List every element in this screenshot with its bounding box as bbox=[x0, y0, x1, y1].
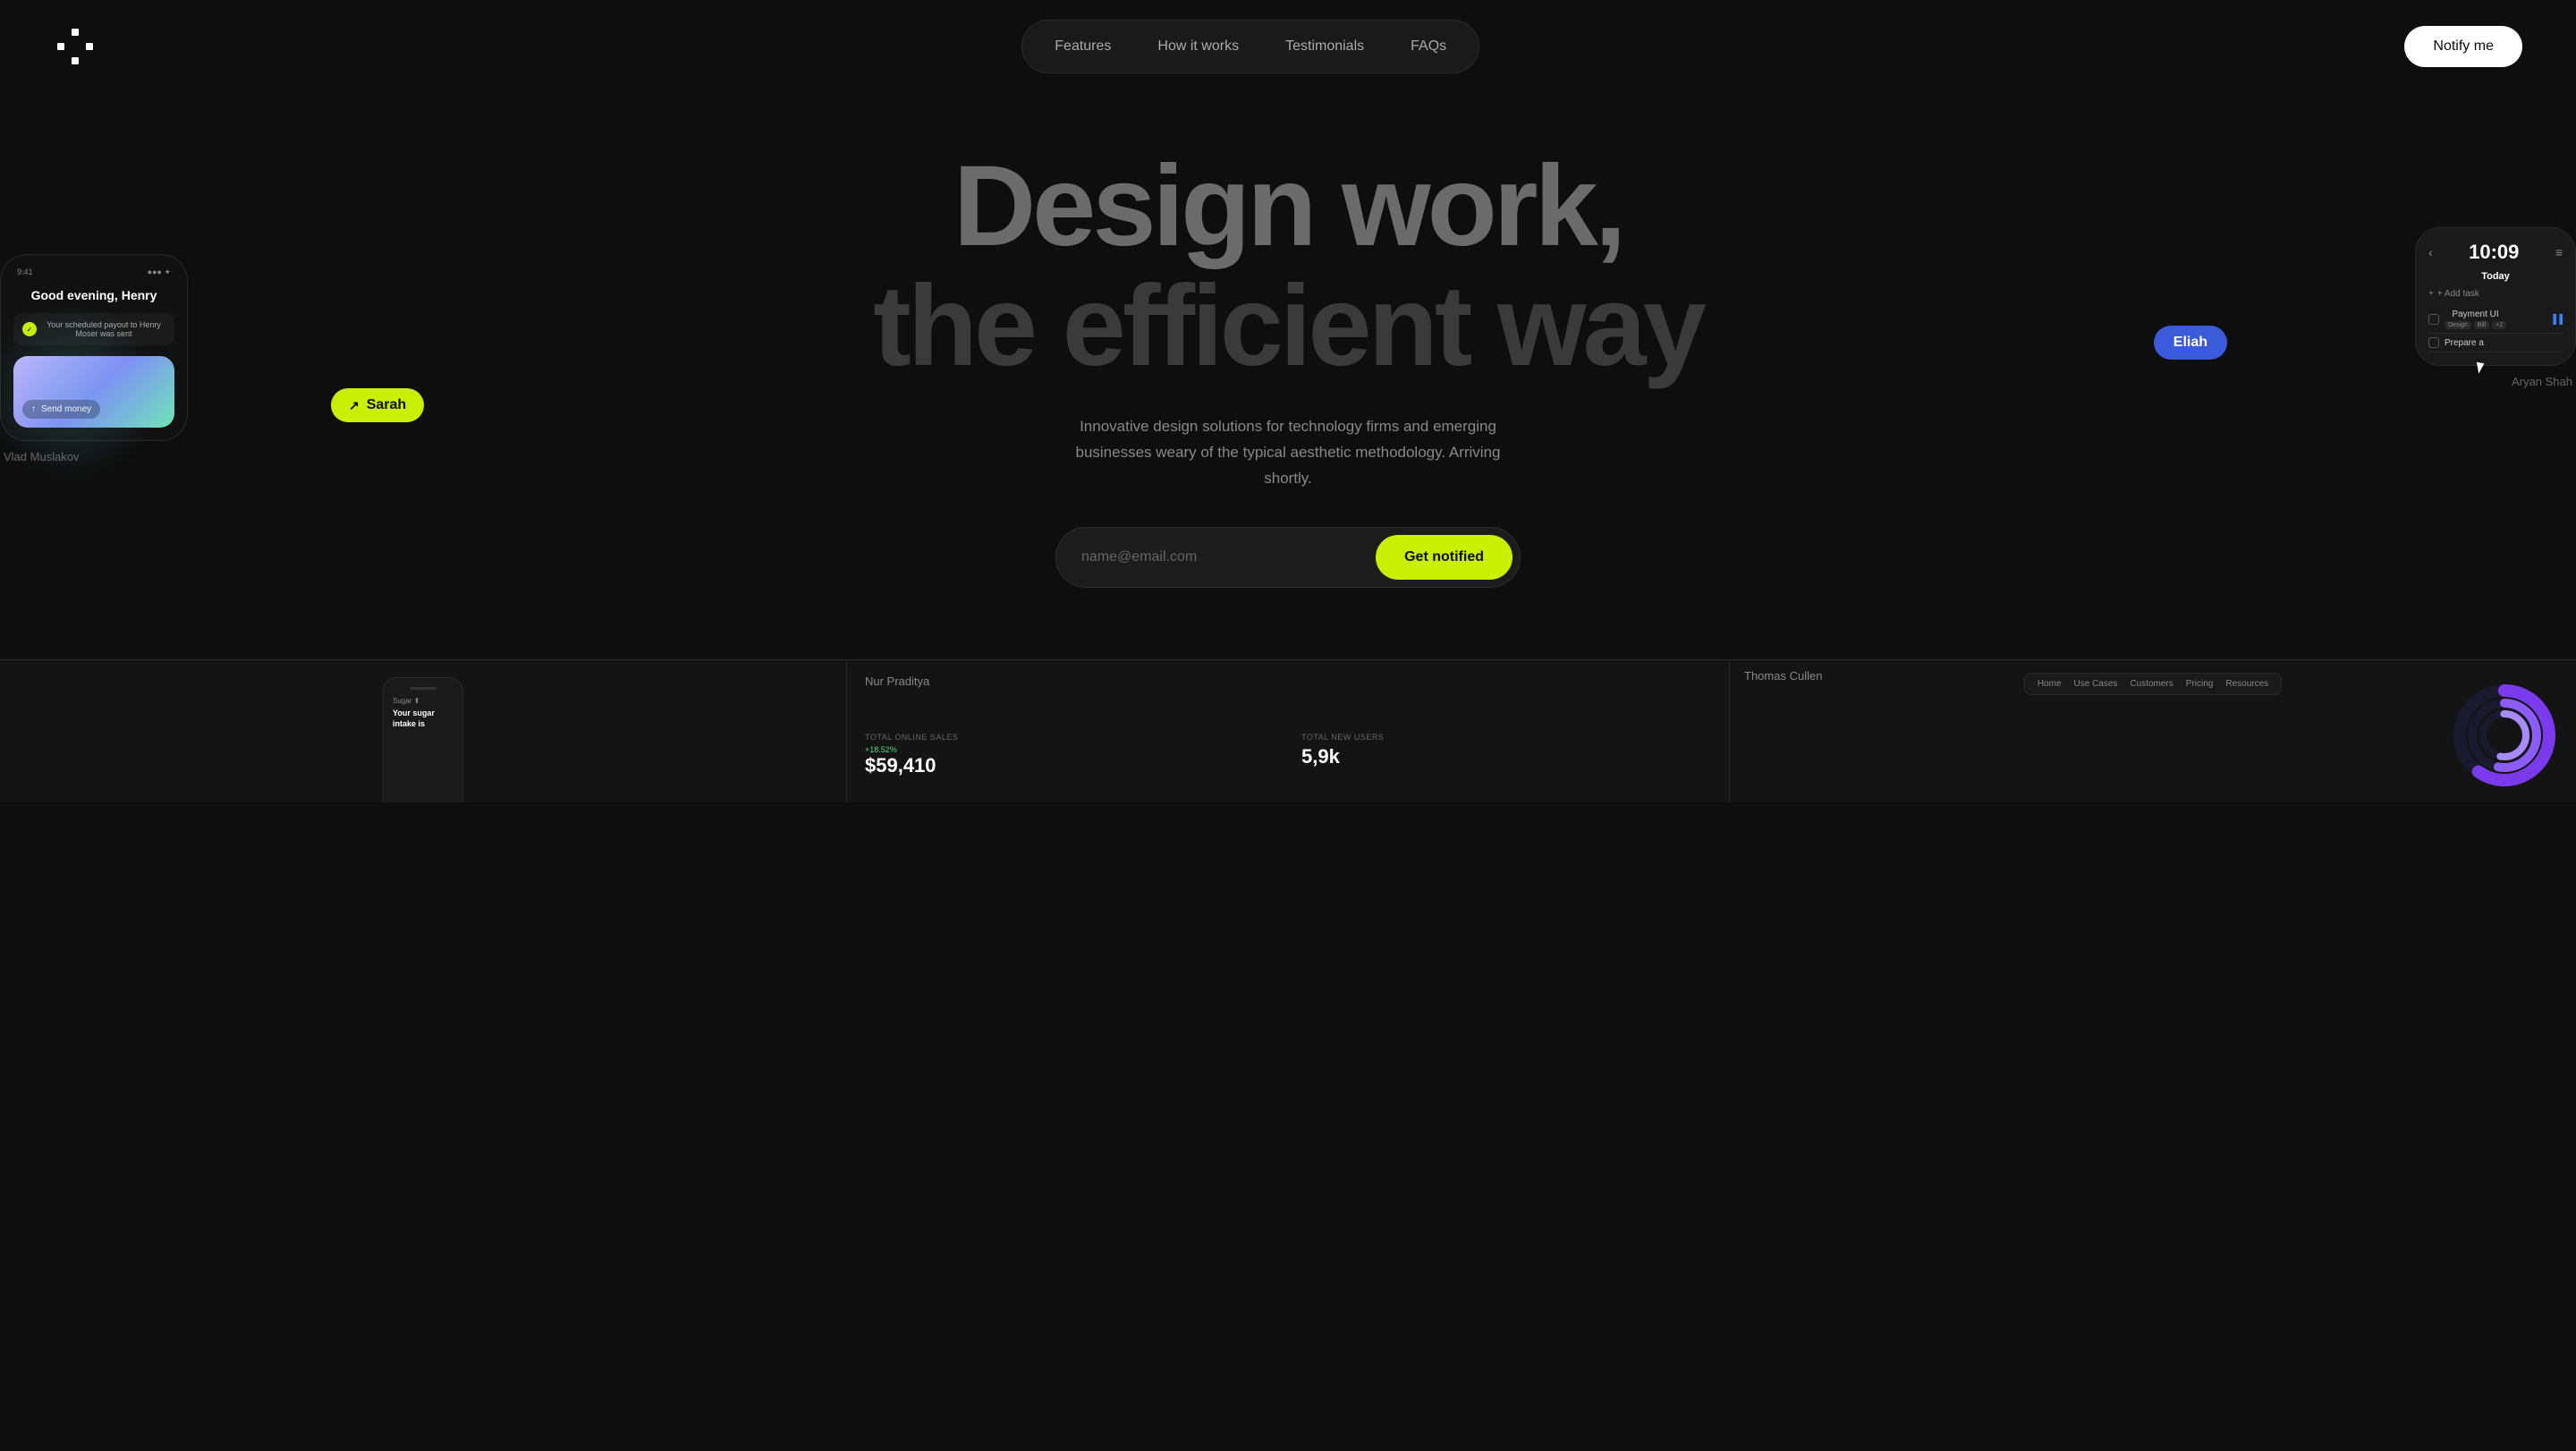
gallery-phone-text: Sugar ⬆ bbox=[393, 697, 453, 705]
stat-users: TOTAL NEW USERS 5,9k bbox=[1301, 733, 1711, 777]
card-label-vlad: Vlad Muslakov bbox=[0, 450, 215, 463]
phone-mockup-left: 9:41 ●●● ✦ Good evening, Henry ✓ Your sc… bbox=[0, 254, 188, 441]
circular-chart bbox=[2451, 682, 2558, 793]
watch-menu-icon: ≡ bbox=[2555, 245, 2563, 259]
gallery-nur-label: Nur Praditya bbox=[865, 675, 1711, 688]
floating-card-right: ‹ 10:09 ≡ Today + + Add task Payment UI … bbox=[2415, 227, 2576, 388]
watch-tag-bill: Bill bbox=[2474, 321, 2489, 329]
phone-greeting: Good evening, Henry bbox=[13, 288, 174, 302]
nav-customers: Customers bbox=[2130, 679, 2173, 689]
watch-task-checkbox bbox=[2428, 314, 2439, 325]
phone-signals: ●●● ✦ bbox=[148, 267, 171, 277]
gallery-item-phone: Sugar ⬆ Your sugar intake is bbox=[0, 659, 847, 802]
watch-tag-more: +2 bbox=[2492, 321, 2506, 329]
stat-sales: TOTAL ONLINE SALES +18.52% $59,410 bbox=[865, 733, 1275, 777]
stat-sales-label: TOTAL ONLINE SALES bbox=[865, 733, 1275, 742]
nav-home: Home bbox=[2038, 679, 2062, 689]
stat-sales-value: $59,410 bbox=[865, 754, 1275, 777]
email-form: Get notified bbox=[1055, 527, 1521, 588]
stat-users-value: 5,9k bbox=[1301, 745, 1711, 768]
phone-notch bbox=[410, 687, 436, 690]
watch-tag-design: Design bbox=[2445, 321, 2471, 329]
gallery-item-circular: Home Use Cases Customers Pricing Resourc… bbox=[1730, 659, 2576, 802]
nav-preview-bar: Home Use Cases Customers Pricing Resourc… bbox=[2024, 673, 2282, 695]
watch-task-2-name: Prepare a bbox=[2445, 338, 2484, 348]
email-input[interactable] bbox=[1081, 549, 1367, 565]
get-notified-button[interactable]: Get notified bbox=[1376, 535, 1513, 580]
gallery-phone-mockup: Sugar ⬆ Your sugar intake is bbox=[383, 677, 463, 802]
nav-features[interactable]: Features bbox=[1031, 30, 1134, 64]
watch-task-name: Payment UI bbox=[2445, 310, 2506, 319]
watch-task-2-checkbox bbox=[2428, 337, 2439, 348]
nav-how-it-works[interactable]: How it works bbox=[1134, 30, 1262, 64]
phone-payment-card: ↑ Send money bbox=[13, 356, 174, 428]
watch-today: Today bbox=[2428, 271, 2563, 282]
phone-time: 9:41 bbox=[17, 267, 33, 277]
stat-sales-change: +18.52% bbox=[865, 745, 1275, 754]
nav-pricing: Pricing bbox=[2186, 679, 2214, 689]
hero-section: 9:41 ●●● ✦ Good evening, Henry ✓ Your sc… bbox=[0, 93, 2576, 624]
phone-notification: ✓ Your scheduled payout to Henry Moser w… bbox=[13, 313, 174, 345]
dashboard-stats: TOTAL ONLINE SALES +18.52% $59,410 TOTAL… bbox=[865, 733, 1711, 777]
navbar: Features How it works Testimonials FAQs … bbox=[0, 0, 2576, 93]
logo bbox=[54, 25, 97, 68]
watch-task-2: Prepare a bbox=[2428, 334, 2563, 352]
watch-add-task: + + Add task bbox=[2428, 289, 2563, 299]
phone-status-bar: 9:41 ●●● ✦ bbox=[13, 267, 174, 277]
bottom-gallery: Sugar ⬆ Your sugar intake is Nur Pradity… bbox=[0, 659, 2576, 802]
tag-sarah: Sarah bbox=[331, 388, 424, 422]
watch-task-1: Payment UI Design Bill +2 ▐▐ bbox=[2428, 306, 2563, 334]
gallery-thomas-label: Thomas Cullen bbox=[1744, 669, 1822, 683]
watch-back-icon: ‹ bbox=[2428, 245, 2433, 259]
hero-subtitle: Innovative design solutions for technolo… bbox=[1073, 414, 1503, 492]
watch-mockup: ‹ 10:09 ≡ Today + + Add task Payment UI … bbox=[2415, 227, 2576, 366]
stat-users-label: TOTAL NEW USERS bbox=[1301, 733, 1711, 742]
nav-faqs[interactable]: FAQs bbox=[1387, 30, 1470, 64]
nav-use-cases: Use Cases bbox=[2074, 679, 2118, 689]
gallery-phone-content: Your sugar intake is bbox=[393, 709, 453, 729]
circular-chart-svg bbox=[2451, 682, 2558, 789]
nav-testimonials[interactable]: Testimonials bbox=[1262, 30, 1387, 64]
phone-send-money: ↑ Send money bbox=[22, 400, 100, 419]
tag-eliah: Eliah bbox=[2154, 326, 2227, 360]
floating-card-left: 9:41 ●●● ✦ Good evening, Henry ✓ Your sc… bbox=[0, 254, 215, 463]
watch-time: 10:09 bbox=[2469, 241, 2519, 264]
watch-task-tags: Design Bill +2 bbox=[2445, 321, 2506, 329]
gallery-item-dashboard: Nur Praditya TOTAL ONLINE SALES +18.52% … bbox=[847, 659, 1730, 802]
notify-me-button[interactable]: Notify me bbox=[2404, 26, 2522, 67]
card-label-aryan: Aryan Shah bbox=[2415, 375, 2576, 388]
nav-menu: Features How it works Testimonials FAQs bbox=[1021, 20, 1479, 73]
nav-resources: Resources bbox=[2225, 679, 2268, 689]
watch-header: ‹ 10:09 ≡ bbox=[2428, 241, 2563, 264]
